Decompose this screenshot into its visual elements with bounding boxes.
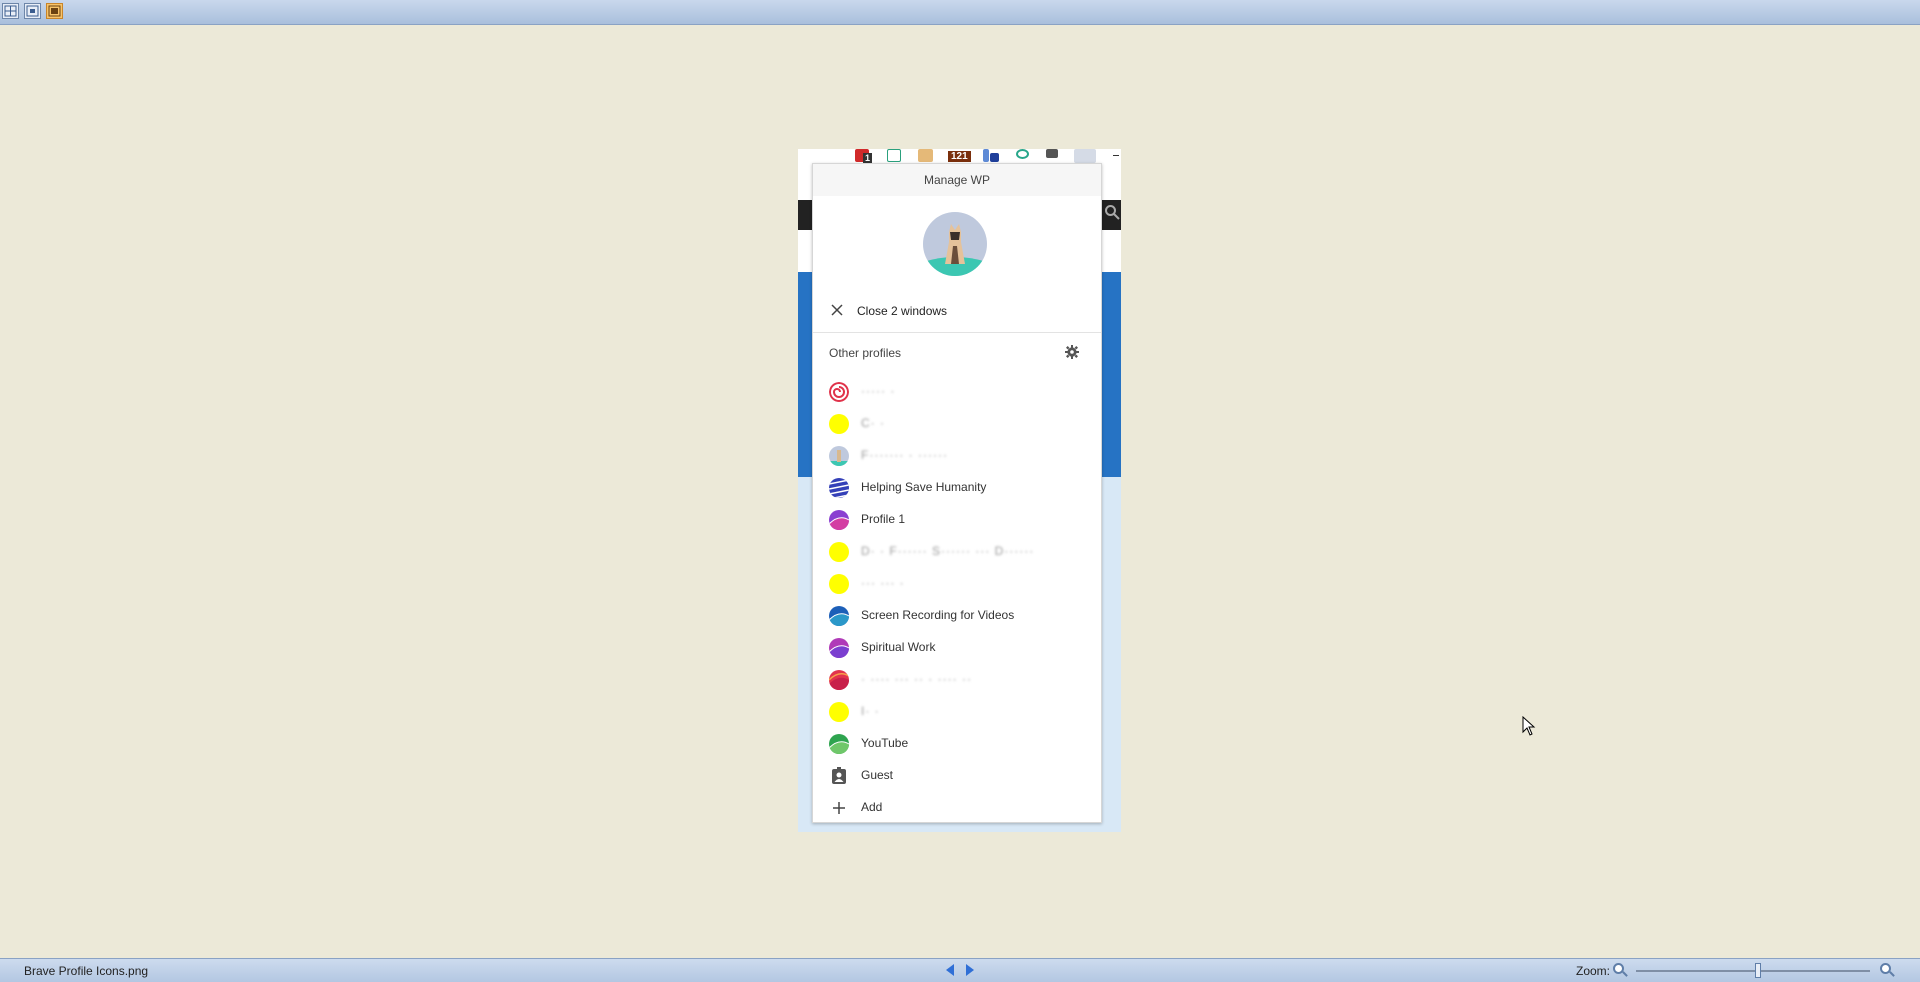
profile-cat-icon <box>829 446 849 466</box>
extension-green-icon[interactable] <box>887 149 901 162</box>
zoom-in-icon[interactable] <box>1880 963 1891 974</box>
profile-item[interactable]: ··· ··· · <box>813 567 1101 599</box>
profile-avatar-button[interactable] <box>1074 149 1096 163</box>
profile-item[interactable]: YouTube <box>813 727 1101 759</box>
profile-label: I· · <box>861 704 880 718</box>
profile-item[interactable]: I· · <box>813 695 1101 727</box>
profile-label: Spiritual Work <box>861 640 936 654</box>
other-profiles-heading: Other profiles <box>829 346 902 360</box>
extension-121-icon[interactable]: 121 <box>948 151 971 162</box>
viewer-statusbar: Brave Profile Icons.png Zoom: <box>0 958 1920 982</box>
previous-image-icon[interactable] <box>946 964 954 976</box>
guest-badge-icon <box>829 766 849 786</box>
profile-item[interactable]: D· · F······ S······ ··· D······ <box>813 535 1101 567</box>
profile-item[interactable]: Helping Save Humanity <box>813 471 1101 503</box>
profile-label: ····· · <box>861 384 896 398</box>
file-name: Brave Profile Icons.png <box>24 964 149 978</box>
extensions-toolbar: 1 121 <box>798 149 1121 163</box>
slideshow-icon[interactable] <box>46 3 63 19</box>
zoom-label: Zoom: <box>1576 964 1611 978</box>
profile-menu: Manage WP Close 2 windows Other profiles <box>812 163 1102 823</box>
profile-label: ··· ··· · <box>861 576 905 590</box>
fit-window-icon[interactable] <box>2 3 19 19</box>
extension-blue-icon[interactable] <box>990 153 999 162</box>
profile-item[interactable]: F······· · ······ <box>813 439 1101 471</box>
profile-label: Helping Save Humanity <box>861 480 987 494</box>
profile-label: F······· · ······ <box>861 448 948 462</box>
minimize-dash <box>1113 155 1119 156</box>
close-icon <box>831 304 843 316</box>
plus-icon <box>829 798 849 818</box>
close-windows-label: Close 2 windows <box>857 304 948 318</box>
zoom-slider-track[interactable] <box>1636 970 1870 972</box>
mouse-cursor-icon <box>1522 716 1536 736</box>
profile-swirl-red-icon <box>829 382 849 402</box>
guest-profile-item[interactable]: Guest <box>813 759 1101 791</box>
profile-item[interactable]: · ···· ··· ·· · ···· ·· <box>813 663 1101 695</box>
profile-item[interactable]: C· · <box>813 407 1101 439</box>
zoom-out-icon[interactable] <box>1613 963 1624 974</box>
profile-label: · ···· ··· ·· · ···· ·· <box>861 672 972 686</box>
gear-icon[interactable] <box>1065 345 1079 359</box>
extension-grammarly-icon[interactable] <box>1016 149 1029 159</box>
profile-yellow-icon <box>829 542 849 562</box>
profile-label: C· · <box>861 416 885 430</box>
extension-pen-icon[interactable] <box>983 149 989 162</box>
zoom-slider-thumb[interactable] <box>1754 963 1761 978</box>
search-icon <box>1105 205 1120 220</box>
profile-label: Profile 1 <box>861 512 906 526</box>
menu-title: Manage WP <box>813 164 1101 196</box>
profile-teal-wave-icon <box>829 606 849 626</box>
divider <box>813 332 1101 333</box>
profile-label: Screen Recording for Videos <box>861 608 1015 622</box>
profile-item[interactable]: ····· · <box>813 375 1101 407</box>
profile-blue-stripes-icon <box>829 478 849 498</box>
add-profile-button[interactable]: Add <box>813 791 1101 821</box>
profile-yellow-icon <box>829 702 849 722</box>
profile-yellow-icon <box>829 414 849 434</box>
profile-magenta-wave-icon <box>829 638 849 658</box>
guest-label: Guest <box>861 768 894 782</box>
profile-purple-wave-icon <box>829 510 849 530</box>
profile-green-wave-icon <box>829 734 849 754</box>
profile-item[interactable]: Spiritual Work <box>813 631 1101 663</box>
profile-label: YouTube <box>861 736 909 750</box>
profile-red-wave-icon <box>829 670 849 690</box>
profile-item[interactable]: Profile 1 <box>813 503 1101 535</box>
actual-size-icon[interactable] <box>24 3 41 19</box>
avatar <box>923 212 987 276</box>
profile-item[interactable]: Screen Recording for Videos <box>813 599 1101 631</box>
next-image-icon[interactable] <box>966 964 974 976</box>
add-label: Add <box>861 800 883 814</box>
extension-badge: 1 <box>863 153 873 163</box>
profile-label: D· · F······ S······ ··· D······ <box>861 544 1035 558</box>
puzzle-icon[interactable] <box>1046 149 1058 158</box>
extension-tan-icon[interactable] <box>918 149 933 162</box>
viewed-image: 1 121 Manage WP Close 2 windows Other pr… <box>798 149 1121 832</box>
close-windows-button[interactable]: Close 2 windows <box>813 296 1101 326</box>
profile-yellow-icon <box>829 574 849 594</box>
viewer-toolbar <box>0 0 1920 25</box>
profile-list: ····· · C· · F······· · ······ Helping Save… <box>813 375 1101 821</box>
